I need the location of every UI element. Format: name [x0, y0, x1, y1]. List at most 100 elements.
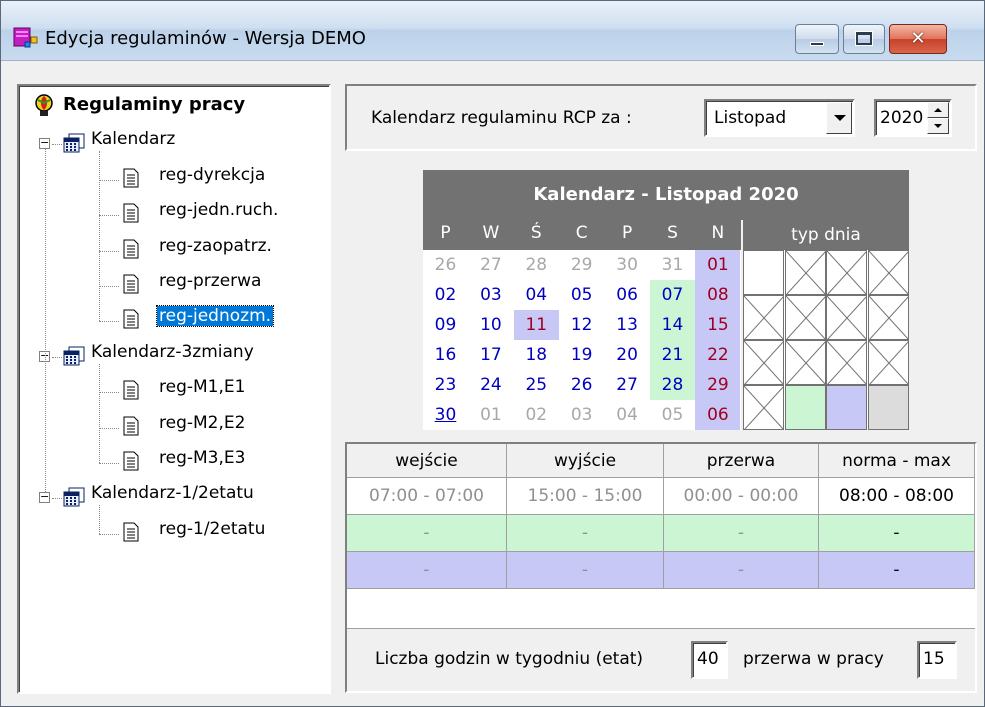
calendar-day[interactable]: 29 — [695, 370, 741, 400]
day-type-cell[interactable] — [867, 250, 909, 295]
day-type-cell[interactable] — [826, 250, 867, 295]
day-type-cell[interactable] — [867, 340, 909, 385]
tree-group-2[interactable]: − Kalendarz-1/2etatu — [19, 481, 319, 511]
day-type-cell[interactable] — [784, 340, 826, 385]
calendar-day[interactable]: 23 — [423, 370, 468, 400]
calendar-day[interactable]: 09 — [423, 310, 468, 340]
calendar-day[interactable]: 01 — [468, 400, 513, 430]
collapse-icon[interactable]: − — [39, 491, 50, 504]
calendar-day[interactable]: 26 — [559, 370, 604, 400]
calendar-day[interactable]: 06 — [695, 400, 741, 430]
schedule-cell[interactable]: 07:00 - 07:00 — [347, 478, 507, 515]
day-type-cell[interactable] — [867, 385, 909, 430]
schedule-cell[interactable]: 08:00 - 08:00 — [819, 478, 975, 515]
tree-group-1[interactable]: − Kalendarz-3zmiany — [19, 340, 319, 370]
schedule-cell[interactable]: - — [664, 515, 819, 552]
calendar-day[interactable]: 25 — [514, 370, 559, 400]
tree-group-0[interactable]: − Kalendarz — [19, 127, 319, 157]
calendar-day[interactable]: 03 — [559, 400, 604, 430]
calendar-day[interactable]: 05 — [650, 400, 695, 430]
title-bar[interactable]: Edycja regulaminów - Wersja DEMO ✕ — [1, 1, 984, 61]
calendar-day[interactable]: 31 — [650, 250, 695, 280]
calendar-day[interactable]: 28 — [514, 250, 559, 280]
calendar-day[interactable]: 24 — [468, 370, 513, 400]
schedule-cell[interactable]: - — [819, 552, 975, 589]
calendar-day[interactable]: 21 — [650, 340, 695, 370]
day-type-cell[interactable] — [784, 295, 826, 340]
day-type-grid[interactable] — [743, 250, 909, 430]
calendar-day[interactable]: 12 — [559, 310, 604, 340]
maximize-button[interactable] — [843, 24, 885, 54]
calendar-day[interactable]: 02 — [423, 280, 468, 310]
tree-item[interactable]: reg-dyrekcja — [19, 163, 319, 193]
calendar-day[interactable]: 16 — [423, 340, 468, 370]
calendar-day[interactable]: 29 — [559, 250, 604, 280]
calendar-day[interactable]: 10 — [468, 310, 513, 340]
calendar-day[interactable]: 26 — [423, 250, 468, 280]
year-down-button[interactable] — [927, 118, 949, 134]
schedule-cell[interactable]: - — [664, 552, 819, 589]
calendar-grid[interactable]: 26 27 28 29 30 31 01 02 03 04 05 06 07 08 09 10 11 12 13 14… — [423, 250, 741, 430]
tree-item[interactable]: reg-jednozm. — [19, 304, 319, 334]
calendar-day[interactable]: 22 — [695, 340, 741, 370]
calendar-day[interactable]: 14 — [650, 310, 695, 340]
minimize-button[interactable] — [795, 24, 839, 54]
schedule-cell[interactable]: 15:00 - 15:00 — [507, 478, 664, 515]
calendar-day[interactable]: 04 — [514, 280, 559, 310]
day-type-cell[interactable] — [784, 250, 826, 295]
calendar-day[interactable]: 15 — [695, 310, 741, 340]
day-type-cell[interactable] — [743, 295, 784, 340]
tree-item[interactable]: reg-M3,E3 — [19, 446, 319, 476]
day-type-cell[interactable] — [826, 340, 867, 385]
calendar-day[interactable]: 18 — [514, 340, 559, 370]
regulations-tree[interactable]: Regulaminy pracy − Kalendarz reg-dyrekcja re… — [17, 84, 331, 694]
calendar-day[interactable]: 02 — [514, 400, 559, 430]
calendar-day[interactable]: 07 — [650, 280, 695, 310]
tree-root[interactable]: Regulaminy pracy — [19, 92, 319, 122]
tree-item[interactable]: reg-jedn.ruch. — [19, 198, 319, 228]
day-type-cell[interactable] — [743, 340, 784, 385]
calendar-day[interactable]: 17 — [468, 340, 513, 370]
calendar-day[interactable]: 04 — [605, 400, 650, 430]
year-up-button[interactable] — [927, 102, 949, 118]
tree-item[interactable]: reg-M2,E2 — [19, 411, 319, 441]
calendar-day[interactable]: 11 — [513, 310, 559, 340]
day-type-cell[interactable] — [826, 385, 867, 430]
calendar-day[interactable]: 28 — [650, 370, 695, 400]
calendar-day[interactable]: 13 — [605, 310, 650, 340]
tree-item[interactable]: reg-przerwa — [19, 269, 319, 299]
tree-item[interactable]: reg-1/2etatu — [19, 517, 319, 547]
month-select[interactable]: Listopad — [704, 99, 855, 137]
schedule-row[interactable]: 07:00 - 07:00 15:00 - 15:00 00:00 - 00:00 0… — [347, 478, 975, 515]
day-type-cell[interactable] — [867, 295, 909, 340]
day-type-cell[interactable] — [784, 385, 826, 430]
calendar-day[interactable]: 05 — [559, 280, 604, 310]
tree-item[interactable]: reg-zaopatrz. — [19, 234, 319, 264]
calendar-day[interactable]: 30 — [423, 400, 468, 430]
calendar-day[interactable]: 08 — [695, 280, 741, 310]
day-type-cell[interactable] — [826, 295, 867, 340]
year-spinner[interactable]: 2020 — [874, 99, 952, 137]
schedule-row[interactable]: ---- — [347, 552, 975, 589]
calendar-day[interactable]: 30 — [605, 250, 650, 280]
schedule-cell[interactable]: - — [347, 552, 507, 589]
close-button[interactable]: ✕ — [889, 24, 947, 54]
calendar-day[interactable]: 20 — [605, 340, 650, 370]
calendar-day[interactable]: 27 — [468, 250, 513, 280]
schedule-row[interactable]: ---- — [347, 515, 975, 552]
schedule-cell[interactable]: - — [819, 515, 975, 552]
calendar-day[interactable]: 03 — [468, 280, 513, 310]
calendar-day[interactable]: 19 — [559, 340, 604, 370]
calendar-day[interactable]: 01 — [695, 250, 741, 280]
calendar-day[interactable]: 06 — [605, 280, 650, 310]
schedule-cell[interactable]: - — [507, 552, 664, 589]
day-type-cell[interactable] — [743, 385, 784, 430]
calendar-day[interactable]: 27 — [605, 370, 650, 400]
schedule-cell[interactable]: - — [347, 515, 507, 552]
schedule-cell[interactable]: 00:00 - 00:00 — [664, 478, 819, 515]
collapse-icon[interactable]: − — [39, 137, 50, 150]
schedule-cell[interactable]: - — [507, 515, 664, 552]
weekly-hours-input[interactable]: 40 — [691, 641, 728, 679]
break-input[interactable]: 15 — [917, 641, 957, 679]
tree-item[interactable]: reg-M1,E1 — [19, 375, 319, 405]
